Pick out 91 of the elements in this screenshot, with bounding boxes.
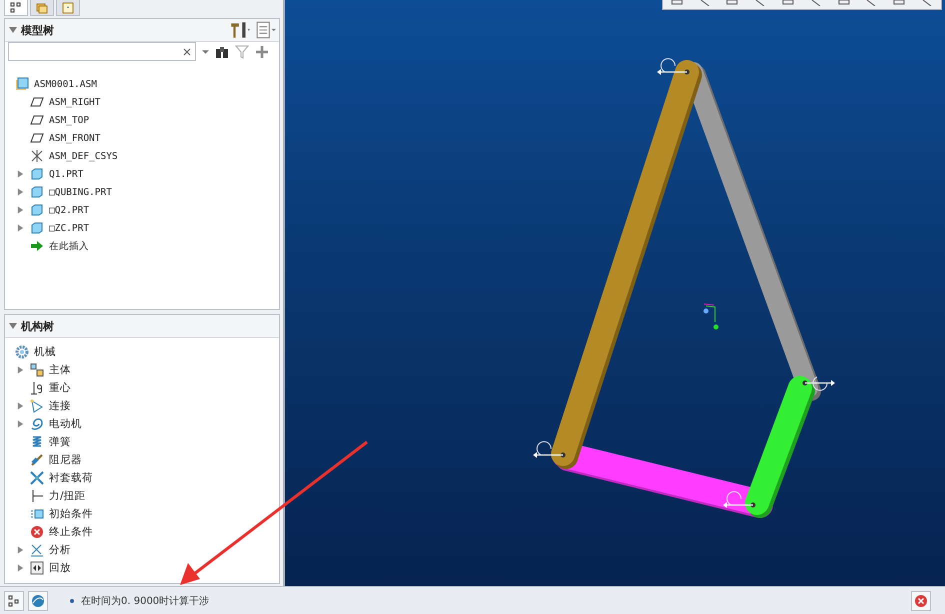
section-title: 模型树 (21, 22, 54, 38)
plane-icon (30, 95, 44, 109)
part-icon (30, 167, 44, 181)
expand-arrow-icon[interactable] (16, 170, 24, 178)
toolbar-icon[interactable] (810, 0, 822, 6)
expand-arrow-icon[interactable] (16, 206, 24, 214)
tree-item[interactable]: 初始条件 (49, 507, 93, 521)
tree-item[interactable]: 衬套载荷 (49, 471, 93, 485)
expand-arrow-icon[interactable] (16, 366, 24, 374)
binoculars-icon[interactable] (215, 44, 229, 58)
stop-icon (914, 594, 928, 608)
tree-item[interactable]: 机械 (34, 345, 56, 359)
tree-view-button[interactable] (4, 590, 24, 610)
plane-icon (30, 131, 44, 145)
globe-icon (31, 594, 45, 608)
tree-item[interactable]: 电动机 (49, 417, 82, 431)
globe-button[interactable] (28, 590, 48, 610)
tree-item[interactable]: 在此插入 (49, 240, 89, 252)
tree-item[interactable]: 阻尼器 (49, 453, 82, 467)
part-icon (30, 185, 44, 199)
collapse-toggle[interactable] (9, 26, 17, 34)
expand-arrow-icon[interactable] (16, 546, 24, 554)
collapse-toggle[interactable] (9, 322, 17, 330)
tree-item[interactable]: 连接 (49, 399, 71, 413)
assembly-icon (15, 77, 29, 91)
toolbar-icon[interactable] (670, 0, 683, 6)
tree-item[interactable]: 主体 (49, 363, 71, 377)
toolbar-icon[interactable] (893, 0, 906, 6)
initial-conditions-icon (30, 507, 44, 521)
toolbar-icon[interactable] (838, 0, 850, 6)
tree-item[interactable]: ASM_RIGHT (49, 96, 100, 108)
toolbar-icon[interactable] (921, 0, 934, 6)
bullet-icon (70, 598, 74, 602)
playback-icon (30, 561, 44, 575)
settings-button[interactable] (229, 20, 251, 40)
part-icon (30, 221, 44, 235)
toolbar-icon[interactable] (726, 0, 738, 6)
tree-item[interactable]: 回放 (49, 561, 71, 575)
filter-icon[interactable] (235, 44, 249, 58)
joint-arrow-icon (802, 376, 835, 391)
search-field[interactable] (8, 42, 196, 61)
plane-icon (30, 113, 44, 127)
damper-icon (30, 453, 44, 467)
coordinate-system-icon (30, 149, 44, 163)
gear-icon (15, 345, 29, 359)
expand-arrow-icon[interactable] (16, 564, 24, 572)
plus-icon[interactable] (255, 44, 269, 58)
arrow-icon (30, 239, 44, 253)
tree-item[interactable]: □Q2.PRT (49, 204, 90, 216)
3d-viewport[interactable] (285, 0, 945, 586)
panel-tab[interactable] (4, 0, 28, 16)
tree-item[interactable]: ASM_DEF_CSYS (49, 150, 118, 162)
joint-arrow-icon (533, 441, 566, 458)
expand-arrow-icon[interactable] (16, 224, 24, 232)
tree-item[interactable]: ASM_TOP (49, 114, 90, 126)
gravity-icon (30, 381, 44, 395)
tree-item[interactable]: 力/扭距 (49, 489, 86, 503)
stop-icon (30, 525, 44, 539)
toolbar-icon[interactable] (865, 0, 878, 6)
tree-icon (8, 594, 20, 606)
section-title: 机构树 (21, 318, 54, 334)
bushing-icon (30, 471, 44, 485)
tree-item[interactable]: ASM_FRONT (49, 132, 100, 144)
joint-arrow-icon (657, 58, 690, 75)
spring-icon (30, 435, 44, 449)
stop-button[interactable] (911, 590, 931, 610)
force-icon (30, 489, 44, 503)
connection-icon (30, 399, 44, 413)
expand-arrow-icon[interactable] (16, 188, 24, 196)
toolbar-icon[interactable] (754, 0, 766, 6)
coordinate-system-icon (704, 304, 718, 330)
tree-item[interactable]: Q1.PRT (49, 168, 84, 180)
tree-item[interactable]: □QUBING.PRT (49, 186, 112, 198)
part-icon (30, 203, 44, 217)
analysis-icon (30, 543, 44, 557)
tree-item[interactable]: 终止条件 (49, 525, 93, 539)
expand-arrow-icon[interactable] (16, 402, 24, 410)
toolbar-icon[interactable] (782, 0, 794, 6)
folders-icon (36, 2, 48, 14)
expand-arrow-icon[interactable] (16, 420, 24, 428)
tree-item[interactable]: ASM0001.ASM (34, 78, 97, 90)
tree-item[interactable]: 重心 (49, 381, 71, 395)
joint-arrow-icon (723, 491, 756, 508)
status-message: 在时间为0. 9000时计算干涉 (81, 594, 210, 608)
bodies-icon (30, 363, 44, 377)
tree-item[interactable]: 弹簧 (49, 435, 71, 449)
motor-icon (30, 417, 44, 431)
toolbar-icon[interactable] (698, 0, 711, 6)
tree-item[interactable]: 分析 (49, 543, 71, 557)
tree-item[interactable]: □ZC.PRT (49, 222, 90, 234)
tree-icon (10, 2, 22, 14)
